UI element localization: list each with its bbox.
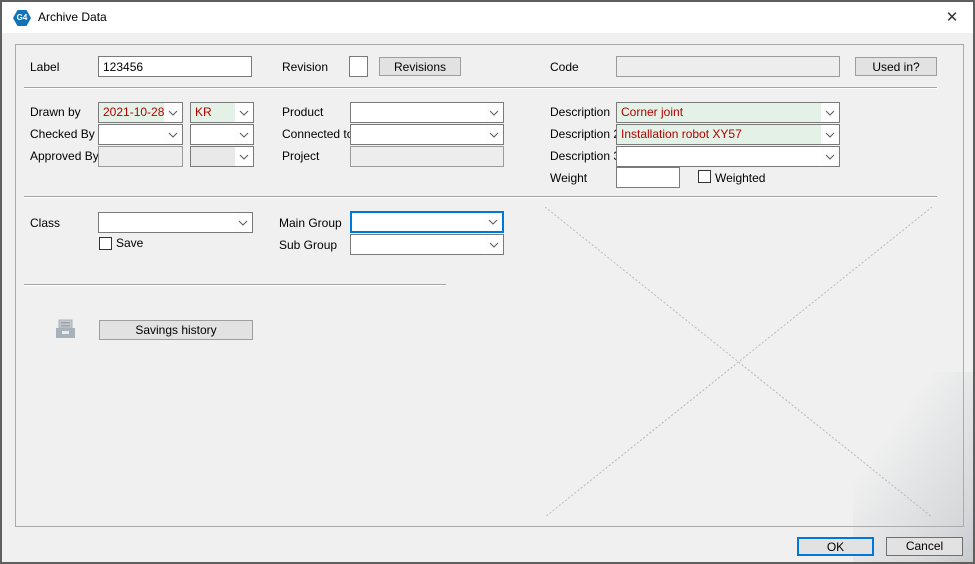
save-checkbox-label: Save [116, 236, 143, 250]
chevron-down-icon [164, 103, 182, 122]
cancel-button[interactable]: Cancel [886, 537, 963, 556]
class-combo[interactable] [98, 212, 253, 233]
connected-to-label: Connected to [282, 127, 353, 141]
description-label: Description [550, 105, 610, 119]
ok-button[interactable]: OK [797, 537, 874, 556]
label-field-label: Label [30, 60, 59, 74]
main-group-value [352, 213, 484, 231]
drawn-by-date-value: 2021-10-28 [99, 103, 164, 122]
chevron-down-icon [821, 103, 839, 122]
product-label: Product [282, 105, 323, 119]
chevron-down-icon [234, 213, 252, 232]
chevron-down-icon [485, 103, 503, 122]
code-input [616, 56, 840, 77]
project-label: Project [282, 149, 319, 163]
title-bar: G4 Archive Data ✕ [2, 2, 973, 33]
drawn-by-label: Drawn by [30, 105, 81, 119]
product-combo[interactable] [350, 102, 504, 123]
connected-to-value [351, 125, 485, 144]
class-label: Class [30, 216, 60, 230]
main-group-label: Main Group [279, 216, 342, 230]
revisions-button[interactable]: Revisions [379, 57, 461, 76]
revision-input[interactable] [349, 56, 368, 77]
sub-group-label: Sub Group [279, 238, 337, 252]
save-checkbox[interactable] [99, 237, 112, 250]
weight-label: Weight [550, 171, 587, 185]
description3-label: Description 3 [550, 149, 620, 163]
chevron-down-icon [164, 125, 182, 144]
separator [24, 87, 937, 89]
drawn-by-initials-value: KR [191, 103, 235, 122]
checked-by-date-combo[interactable] [98, 124, 183, 145]
approved-by-initials-value [191, 147, 235, 166]
approved-by-initials-combo[interactable] [190, 146, 254, 167]
chevron-down-icon [485, 235, 503, 254]
g4-app-icon: G4 [13, 10, 31, 26]
project-input [350, 146, 504, 167]
chevron-down-icon [235, 147, 253, 166]
connected-to-combo[interactable] [350, 124, 504, 145]
description-combo[interactable]: Corner joint [616, 102, 840, 123]
savings-history-button[interactable]: Savings history [99, 320, 253, 340]
chevron-down-icon [484, 213, 502, 231]
printer-icon[interactable] [54, 318, 77, 341]
checked-by-label: Checked By [30, 127, 95, 141]
revision-label: Revision [282, 60, 328, 74]
chevron-down-icon [235, 103, 253, 122]
window-title: Archive Data [38, 2, 107, 33]
sub-group-combo[interactable] [350, 234, 504, 255]
checked-by-initials-combo[interactable] [190, 124, 254, 145]
description3-value [617, 147, 821, 166]
checked-by-date-value [99, 125, 164, 144]
sub-group-value [351, 235, 485, 254]
main-group-combo[interactable] [350, 211, 504, 233]
archive-data-dialog: G4 Archive Data ✕ Label Revision Revisio… [0, 0, 975, 564]
checked-by-initials-value [191, 125, 235, 144]
close-icon[interactable]: ✕ [937, 5, 967, 31]
code-label: Code [550, 60, 579, 74]
weighted-checkbox[interactable] [698, 170, 711, 183]
approved-by-date-input [98, 146, 183, 167]
weighted-checkbox-label: Weighted [715, 171, 765, 185]
drawn-by-initials-combo[interactable]: KR [190, 102, 254, 123]
product-value [351, 103, 485, 122]
chevron-down-icon [485, 125, 503, 144]
description2-value: Installation robot XY57 [617, 125, 821, 144]
description2-label: Description 2 [550, 127, 620, 141]
image-placeholder [545, 207, 932, 517]
description3-combo[interactable] [616, 146, 840, 167]
chevron-down-icon [821, 147, 839, 166]
weight-input[interactable] [616, 167, 680, 188]
description-value: Corner joint [617, 103, 821, 122]
class-value [99, 213, 234, 232]
label-input[interactable] [98, 56, 252, 77]
separator [24, 284, 446, 286]
used-in-button[interactable]: Used in? [855, 57, 937, 76]
chevron-down-icon [235, 125, 253, 144]
approved-by-label: Approved By [30, 149, 99, 163]
separator [24, 196, 937, 198]
chevron-down-icon [821, 125, 839, 144]
drawn-by-date-combo[interactable]: 2021-10-28 [98, 102, 183, 123]
description2-combo[interactable]: Installation robot XY57 [616, 124, 840, 145]
